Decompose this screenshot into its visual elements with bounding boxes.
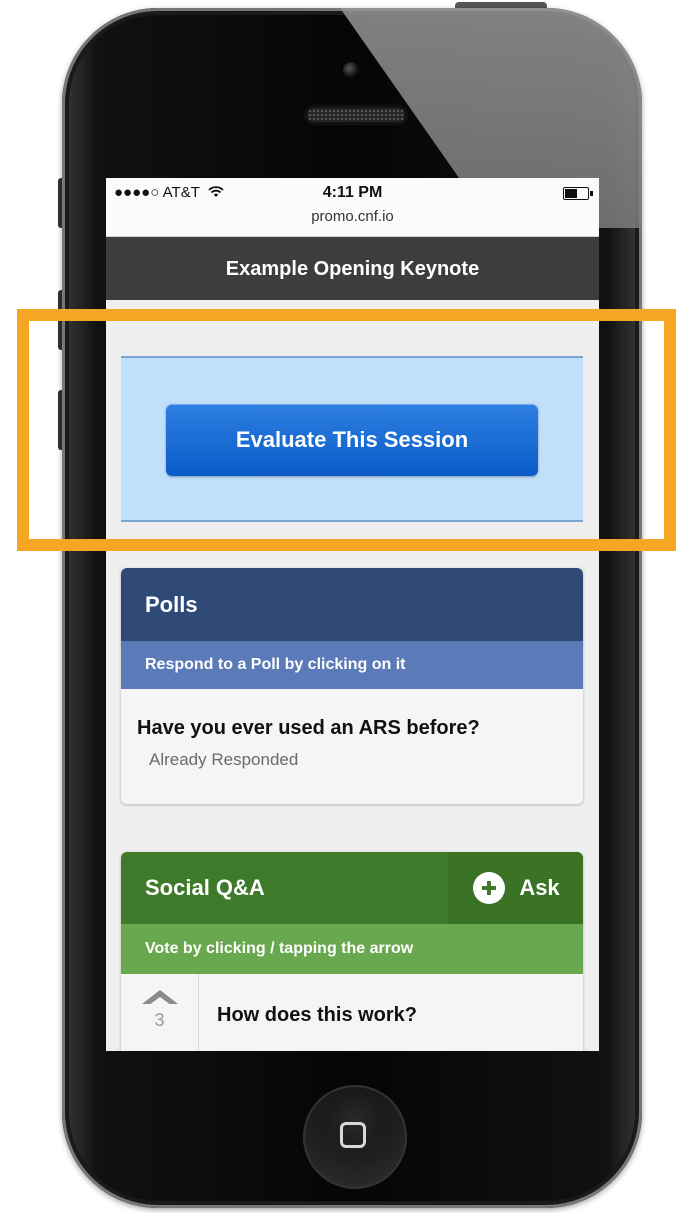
polls-card: Polls Respond to a Poll by clicking on i…	[121, 568, 583, 804]
home-square-icon	[340, 1122, 366, 1148]
social-subtitle: Vote by clicking / tapping the arrow	[121, 924, 583, 974]
evaluate-session-button[interactable]: Evaluate This Session	[166, 404, 538, 476]
ask-button[interactable]: Ask	[449, 852, 583, 924]
evaluate-panel: Evaluate This Session	[121, 356, 583, 522]
plus-circle-icon	[473, 872, 506, 904]
vote-column: 3	[121, 974, 199, 1051]
poll-status: Already Responded	[149, 750, 299, 769]
url-bar[interactable]: promo.cnf.io	[106, 208, 599, 225]
poll-item[interactable]: Have you ever used an ARS before? Alread…	[121, 689, 583, 770]
front-camera-icon	[343, 62, 359, 78]
status-bar: ●●●●○ AT&T 4:11 PM promo.cnf.io	[106, 178, 599, 237]
page-title: Example Opening Keynote	[106, 237, 599, 301]
vote-count: 3	[154, 1010, 165, 1030]
social-qa-card: Social Q&A Ask Vote by clicking / tappin…	[121, 852, 583, 1051]
polls-subtitle: Respond to a Poll by clicking on it	[121, 641, 583, 689]
status-time: 4:11 PM	[322, 184, 383, 201]
ask-label: Ask	[519, 875, 560, 900]
home-button[interactable]	[303, 1085, 407, 1189]
social-title: Social Q&A	[145, 875, 265, 900]
battery-icon	[563, 187, 593, 200]
question-text[interactable]: How does this work?	[199, 974, 417, 1051]
upvote-arrow-icon[interactable]	[141, 990, 178, 1005]
social-header: Social Q&A Ask	[121, 852, 583, 924]
phone-screen: ●●●●○ AT&T 4:11 PM promo.cnf.io Example …	[106, 178, 599, 1051]
polls-title: Polls	[121, 568, 583, 641]
poll-question: Have you ever used an ARS before?	[137, 717, 480, 739]
question-row: 3 How does this work?	[121, 974, 583, 1051]
main-content: Evaluate This Session Polls Respond to a…	[106, 300, 599, 1051]
earpiece-speaker	[304, 105, 408, 125]
